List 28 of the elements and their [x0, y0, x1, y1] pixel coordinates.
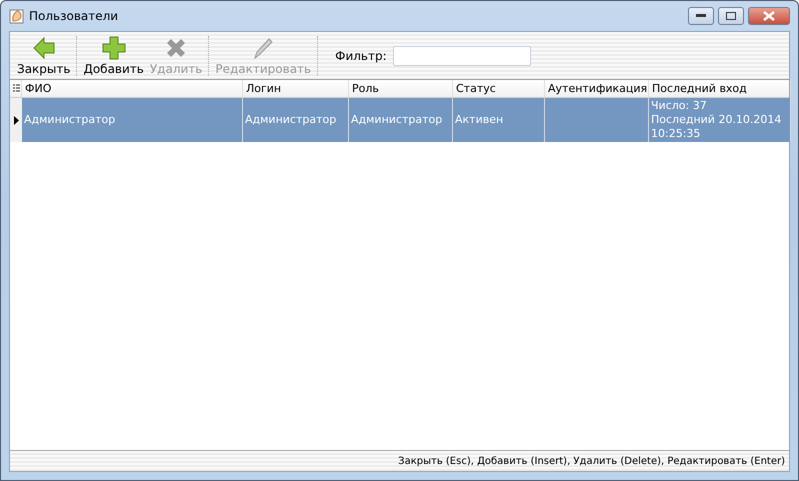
- filter-label: Фильтр:: [335, 48, 387, 62]
- filter-field[interactable]: [392, 46, 531, 66]
- table-cell: Администратор: [243, 98, 349, 142]
- window-title: Пользователи: [29, 9, 120, 23]
- close-button[interactable]: [748, 7, 790, 25]
- minimize-button[interactable]: [688, 7, 714, 25]
- plus-icon: [102, 36, 126, 60]
- toolbar-button[interactable]: Закрыть: [14, 34, 74, 78]
- table-cell: Администратор: [22, 98, 243, 142]
- minimize-icon: [696, 14, 706, 18]
- maximize-icon: [726, 12, 736, 20]
- table-cell: Администратор: [349, 98, 453, 142]
- table-cell: Число: 37 Последний 20.10.2014 10:25:35: [649, 98, 791, 142]
- arrow-left-icon: [32, 36, 56, 60]
- pencil-icon: [251, 36, 276, 60]
- column-header[interactable]: ФИО: [22, 80, 243, 97]
- column-header[interactable]: Последний вход: [649, 80, 791, 97]
- close-icon: [763, 11, 775, 21]
- column-header[interactable]: Роль: [349, 80, 453, 97]
- column-header[interactable]: Аутентификация: [545, 80, 649, 97]
- column-header[interactable]: Логин: [243, 80, 349, 97]
- toolbar-button[interactable]: Добавить: [80, 34, 147, 78]
- row-pointer-icon: [14, 116, 18, 124]
- column-header[interactable]: Статус: [453, 80, 545, 97]
- column-chooser-icon[interactable]: [10, 80, 22, 97]
- shortcut-hint: Закрыть (Esc), Добавить (Insert), Удалить (Delete), Редактировать (Enter): [398, 456, 785, 466]
- maximize-button[interactable]: [718, 7, 744, 25]
- table-cell: Активен: [453, 98, 545, 142]
